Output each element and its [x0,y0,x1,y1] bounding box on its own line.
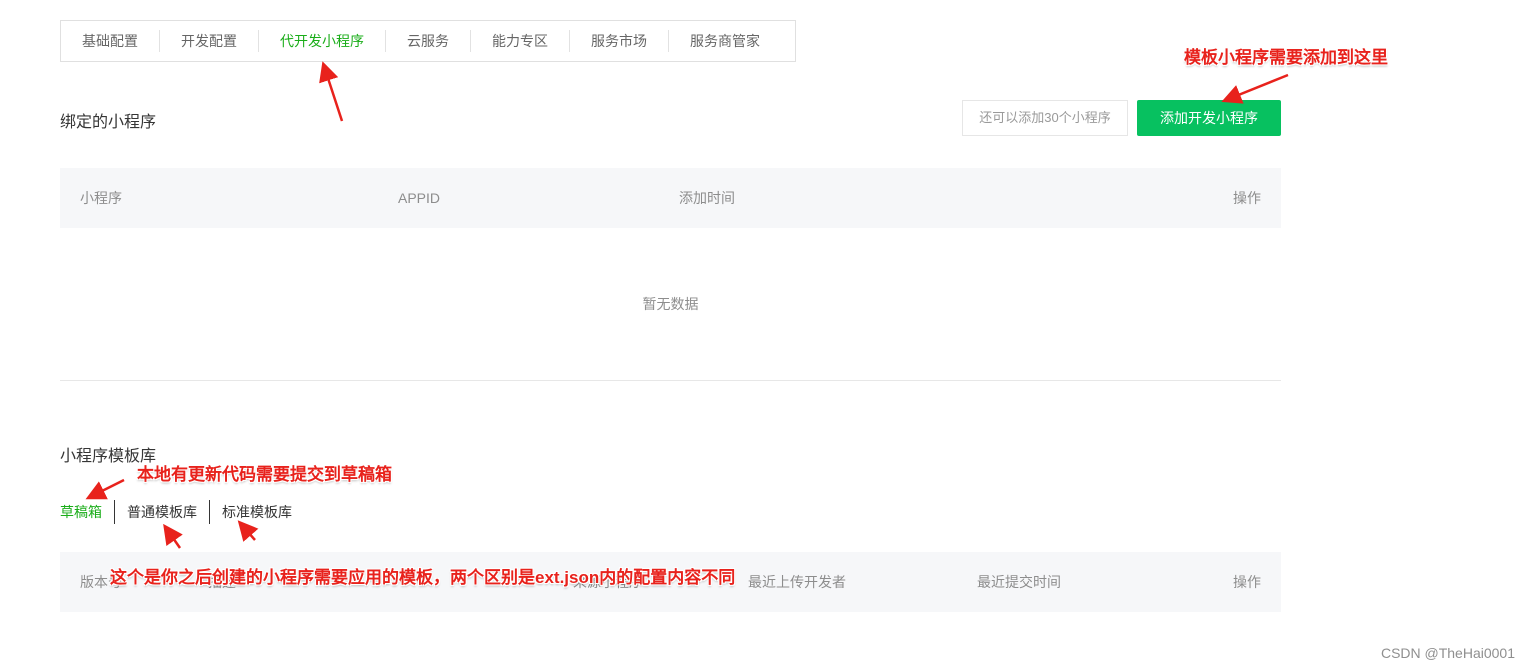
tab-cloud-service[interactable]: 云服务 [385,30,470,52]
tab-capabilities[interactable]: 能力专区 [470,30,569,52]
bound-miniprogram-title: 绑定的小程序 [60,114,157,131]
tab-dev-config[interactable]: 开发配置 [159,30,258,52]
tab-proxy-miniprogram[interactable]: 代开发小程序 [258,30,385,52]
column-header-appid: APPID [398,190,441,206]
column-header-template-actions: 操作 [1233,574,1261,590]
column-header-added-time: 添加时间 [679,190,735,206]
column-header-last-submit-time: 最近提交时间 [977,574,1061,590]
quota-text: 还可以添加30个小程序 [962,100,1128,136]
tab-service-market[interactable]: 服务市场 [569,30,668,52]
template-subtabs: 草稿箱 普通模板库 标准模板库 [60,500,304,524]
bound-table-header: 小程序 APPID 添加时间 操作 [60,168,1281,228]
add-dev-miniprogram-button[interactable]: 添加开发小程序 [1137,100,1281,136]
column-header-miniprogram: 小程序 [80,190,122,206]
arrow-to-add-button [1221,73,1289,104]
subtab-drafts[interactable]: 草稿箱 [60,500,114,524]
column-header-last-uploader: 最近上传开发者 [748,574,846,590]
watermark: CSDN @TheHai0001 [1380,645,1515,661]
tab-basic-config[interactable]: 基础配置 [61,30,159,52]
bound-table-empty: 暂无数据 [60,228,1281,381]
column-header-actions: 操作 [1233,190,1261,206]
tab-service-manager[interactable]: 服务商管家 [668,30,781,52]
annotation-add-here: 模板小程序需要添加到这里 [1184,48,1388,67]
arrow-to-active-tab [319,61,344,122]
empty-text: 暂无数据 [642,296,699,312]
subtab-standard-templates[interactable]: 标准模板库 [209,500,304,524]
annotation-draft: 本地有更新代码需要提交到草稿箱 [137,465,392,484]
annotation-template-diff: 这个是你之后创建的小程序需要应用的模板，两个区别是ext.json内的配置内容不… [110,568,736,587]
arrow-to-drafts [85,478,125,500]
top-tab-bar: 基础配置 开发配置 代开发小程序 云服务 能力专区 服务市场 服务商管家 [60,20,796,62]
arrow-to-standard-templates [237,520,259,542]
arrow-to-normal-templates [163,523,183,549]
subtab-normal-templates[interactable]: 普通模板库 [114,500,209,524]
